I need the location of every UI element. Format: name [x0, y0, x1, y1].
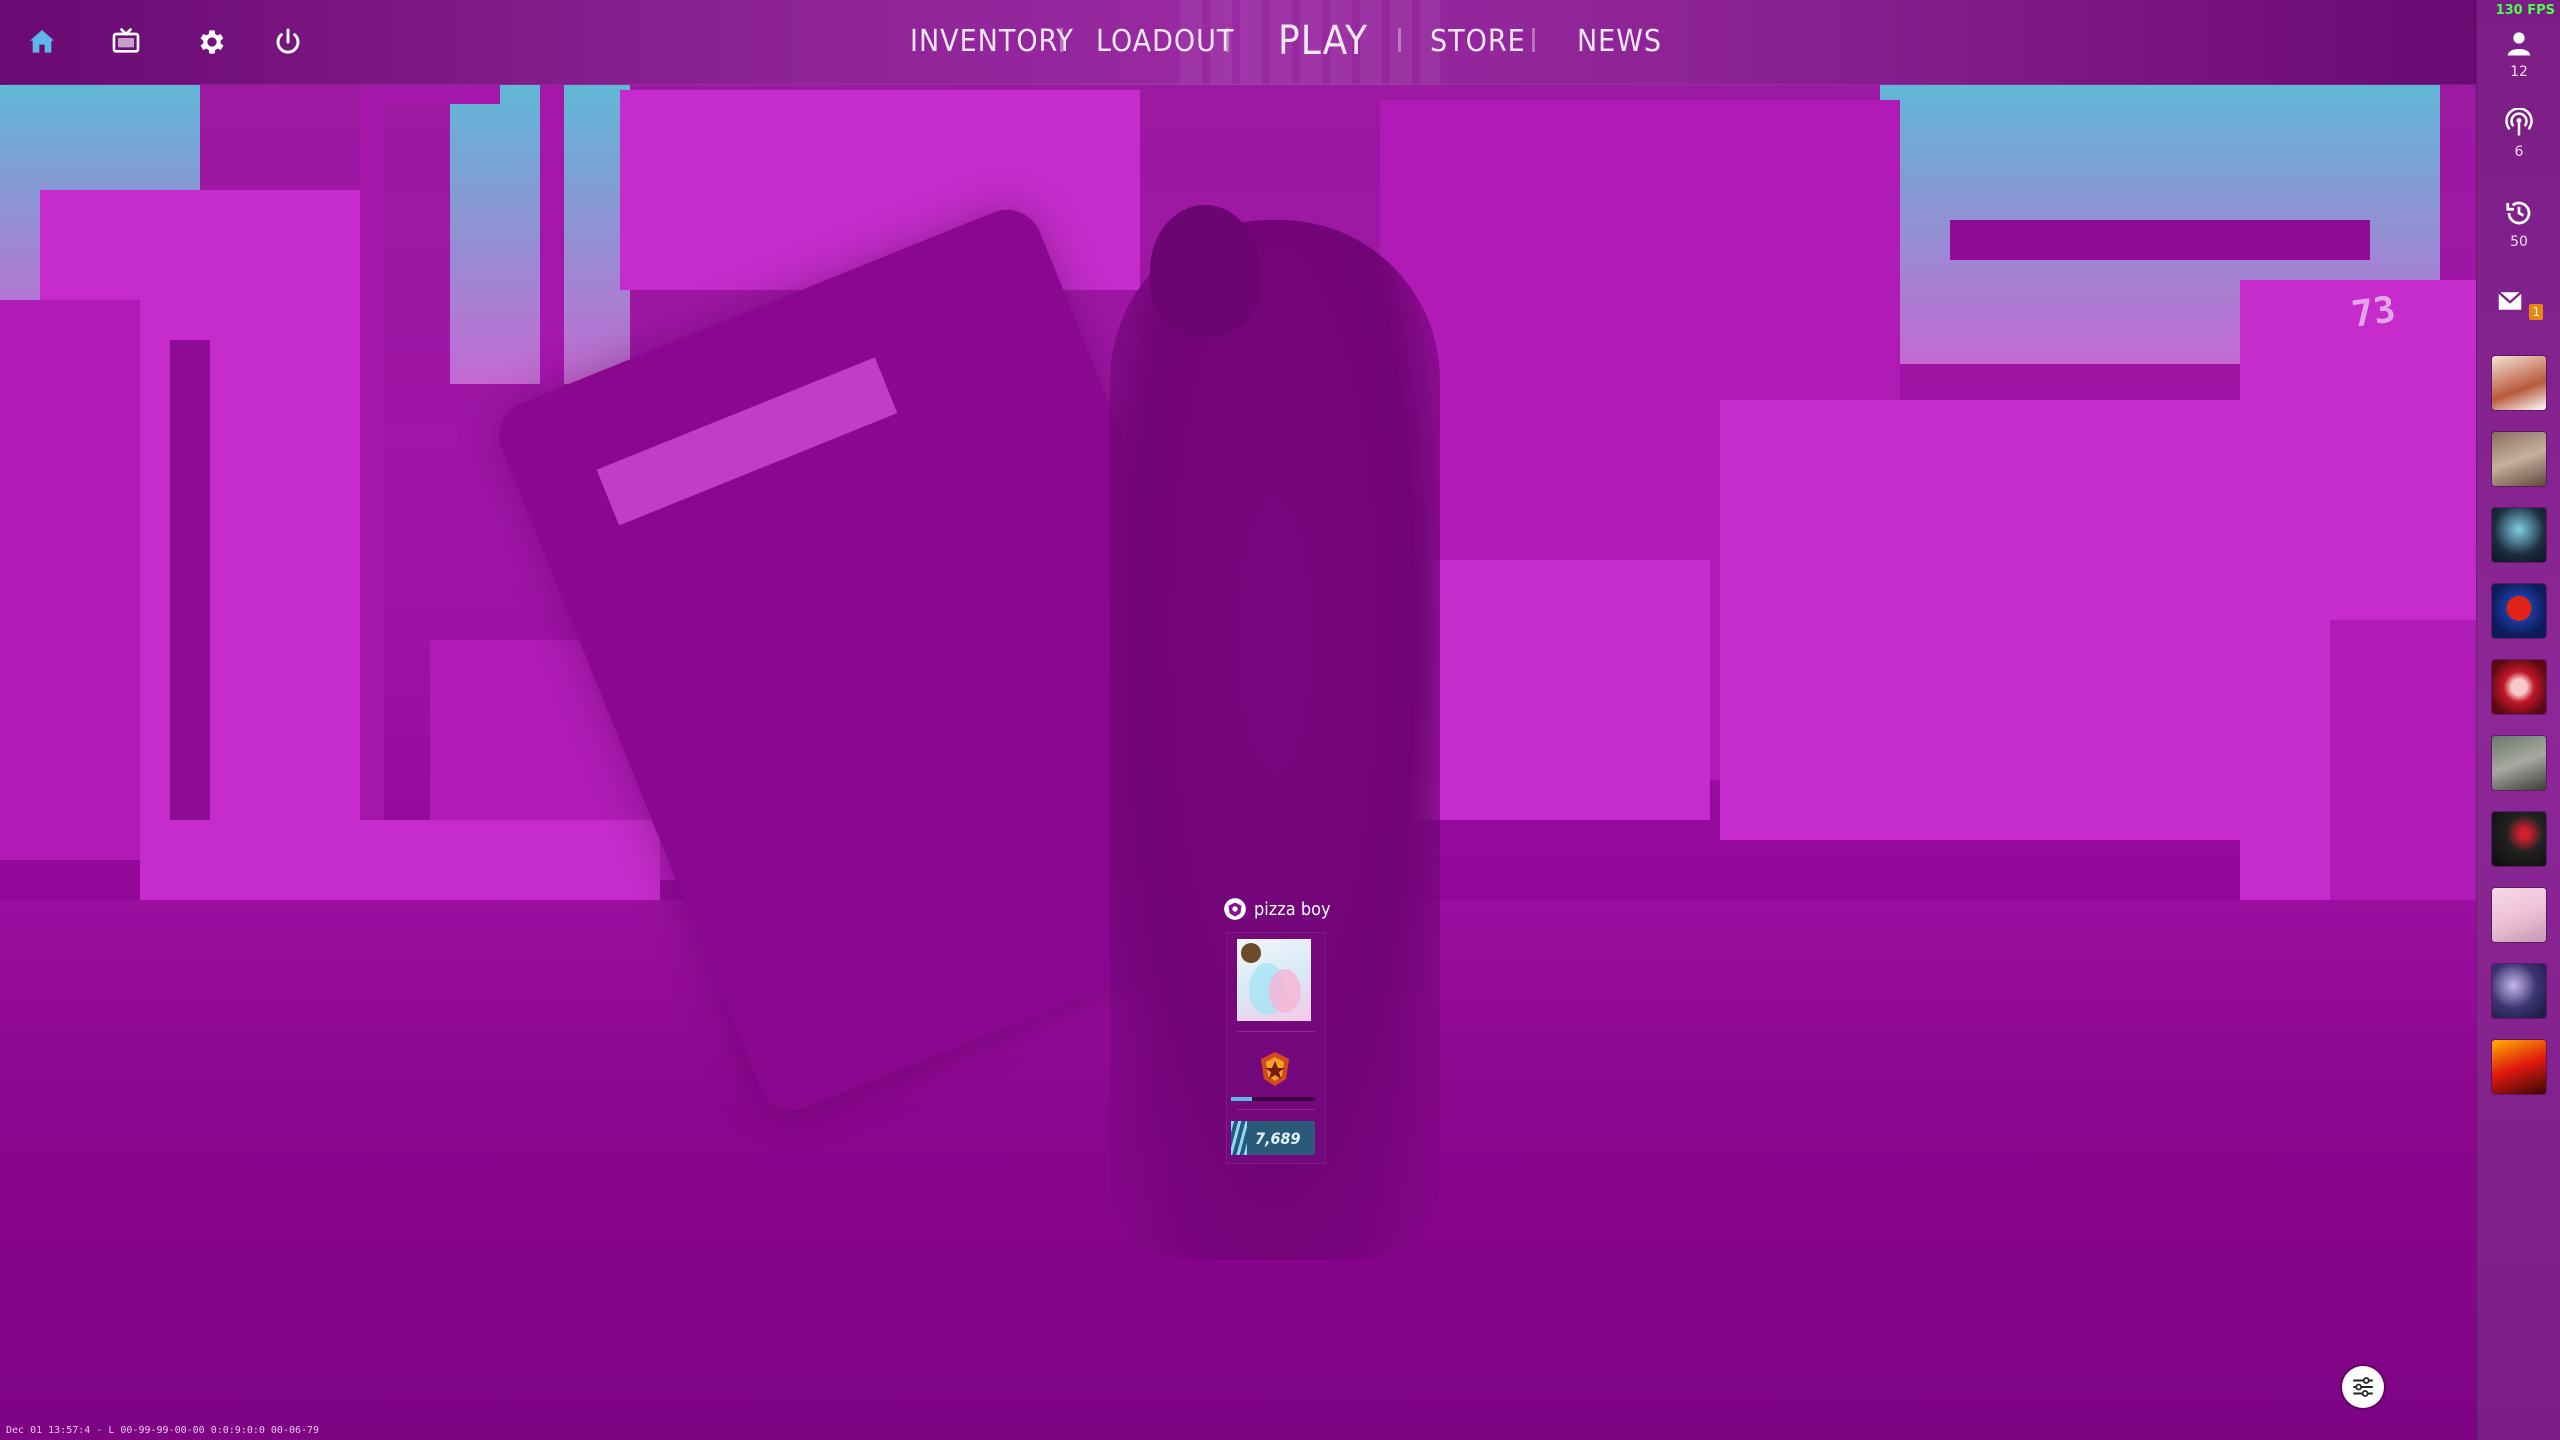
broadcast-count: 6	[2514, 144, 2524, 160]
tab-loadout[interactable]: LOADOUT	[1096, 24, 1234, 59]
avatar-art	[1241, 943, 1301, 1015]
top-bar: INVENTORY LOADOUT PLAY STORE NEWS	[0, 0, 2476, 85]
player-card[interactable]: pizza boy 7,689	[1222, 896, 1332, 1164]
shield-window	[596, 357, 898, 526]
tab-play[interactable]: PLAY	[1278, 18, 1368, 64]
player-name: pizza boy	[1254, 898, 1331, 920]
friends-online-count: 12	[2510, 64, 2528, 80]
history-button[interactable]: 50	[2477, 198, 2560, 278]
player-avatar	[1237, 939, 1311, 1021]
scaffold-beam	[360, 84, 384, 824]
game-scene-background: 73	[0, 0, 2476, 1440]
broadcast-icon	[2505, 107, 2533, 136]
level-progress-fill	[1231, 1097, 1252, 1101]
tab-inventory[interactable]: INVENTORY	[910, 24, 1074, 59]
mail-unread-badge: 1	[2529, 304, 2544, 320]
mail-button[interactable]: 1	[2477, 286, 2560, 366]
history-icon	[2506, 201, 2531, 225]
nav-divider	[1226, 28, 1229, 52]
mail-icon	[2497, 291, 2522, 310]
friend-avatar[interactable]	[2492, 432, 2546, 486]
pillar	[170, 340, 210, 900]
debug-info: Dec 01 13:57:4 - L 00-99-99-00-00 0:0:9:…	[6, 1425, 320, 1436]
card-divider	[1237, 1109, 1315, 1110]
scaffold-beam	[380, 84, 500, 104]
friend-avatar[interactable]	[2492, 964, 2546, 1018]
history-count: 50	[2510, 234, 2528, 250]
level-progress-bar	[1231, 1097, 1315, 1101]
person-icon	[2507, 32, 2531, 56]
container-number: 73	[2349, 289, 2399, 336]
sliders-button[interactable]	[2342, 1366, 2384, 1408]
player-name-row: pizza boy	[1222, 896, 1332, 922]
roof-beam	[1950, 220, 2370, 260]
friends-button[interactable]: 12	[2477, 28, 2560, 108]
right-sidebar: 130 FPS 12 6 50 1	[2476, 0, 2560, 1440]
friend-avatar[interactable]	[2492, 736, 2546, 790]
friend-avatar[interactable]	[2492, 888, 2546, 942]
card-divider	[1237, 1031, 1315, 1032]
nav-divider	[1532, 28, 1535, 52]
friend-avatar[interactable]	[2492, 584, 2546, 638]
tab-store[interactable]: STORE	[1430, 24, 1526, 59]
friend-avatar[interactable]	[2492, 1040, 2546, 1094]
friend-avatar[interactable]	[2492, 356, 2546, 410]
rank-icon	[1255, 1049, 1295, 1089]
fps-counter: 130 FPS	[2495, 3, 2555, 18]
nav-divider	[1060, 28, 1063, 52]
player-character-head	[1150, 205, 1260, 335]
xp-stripes	[1231, 1121, 1247, 1155]
tab-news[interactable]: NEWS	[1577, 24, 1662, 59]
friend-avatar[interactable]	[2492, 812, 2546, 866]
friend-avatar[interactable]	[2492, 660, 2546, 714]
xp-value: 7,689	[1255, 1128, 1301, 1148]
nav-divider	[1398, 28, 1401, 52]
container	[1720, 400, 2280, 840]
broadcast-button[interactable]: 6	[2477, 107, 2560, 188]
sliders-icon	[2353, 1377, 2373, 1397]
xp-badge: 7,689	[1231, 1121, 1315, 1155]
main-nav: INVENTORY LOADOUT PLAY STORE NEWS	[0, 0, 2476, 84]
friend-avatar[interactable]	[2492, 508, 2546, 562]
crate-stack	[0, 300, 140, 860]
player-card-body: 7,689	[1226, 932, 1326, 1164]
player-badge-icon	[1224, 898, 1246, 920]
